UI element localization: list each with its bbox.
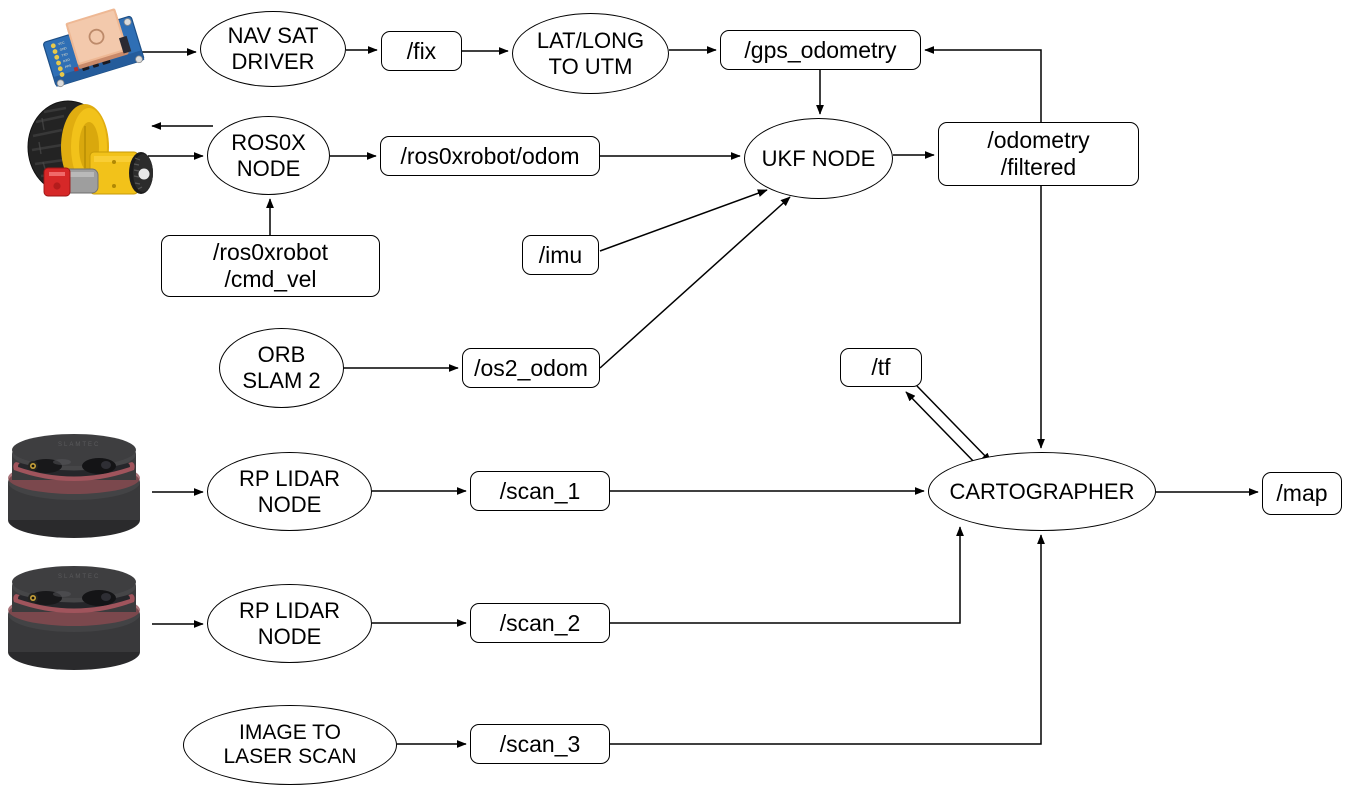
- topic-map[interactable]: /map: [1262, 472, 1342, 515]
- topic-os2-odom[interactable]: /os2_odom: [462, 348, 600, 388]
- topic-scan-3[interactable]: /scan_3: [470, 724, 610, 764]
- topic-imu[interactable]: /imu: [522, 235, 599, 275]
- topic-scan-1[interactable]: /scan_1: [470, 471, 610, 511]
- topic-tf[interactable]: /tf: [840, 348, 922, 387]
- rplidar-photo: SLAMTEC: [2, 434, 152, 550]
- svg-text:SLAMTEC: SLAMTEC: [58, 442, 100, 448]
- wire-cartographer-to-tf: [905, 391, 979, 467]
- topic-ros0xrobot-cmd-vel[interactable]: /ros0xrobot /cmd_vel: [161, 235, 380, 297]
- topic-ros0xrobot-odom[interactable]: /ros0xrobot/odom: [380, 136, 600, 176]
- node-rp-lidar-node-1[interactable]: RP LIDAR NODE: [207, 452, 372, 531]
- wire-os2-odom-to-ukf: [599, 196, 791, 369]
- wire-tf-to-cartographer: [916, 385, 992, 463]
- topic-scan-2[interactable]: /scan_2: [470, 603, 610, 643]
- node-cartographer[interactable]: CARTOGRAPHER: [928, 452, 1156, 531]
- topic-fix[interactable]: /fix: [381, 31, 462, 71]
- svg-text:SLAMTEC: SLAMTEC: [58, 574, 100, 580]
- geared-motor-wheel-photo: [22, 96, 158, 202]
- gps-breakout-board-photo: VCC GND TXD RXD PPS: [33, 2, 155, 96]
- connection-layer: [138, 46, 1259, 748]
- node-rp-lidar-node-2[interactable]: RP LIDAR NODE: [207, 584, 372, 663]
- wire-scan-3-to-cartographer: [610, 534, 1045, 745]
- ros-node-diagram: VCC GND TXD RXD PPS SLAMTEC SLAMTEC NAV …: [0, 0, 1351, 796]
- wire-scan-2-to-cartographer: [610, 526, 964, 624]
- rplidar-photo: SLAMTEC: [2, 566, 152, 682]
- node-ukf-node[interactable]: UKF NODE: [744, 118, 893, 199]
- node-nav-sat-driver[interactable]: NAV SAT DRIVER: [200, 11, 346, 87]
- wire-odometry-filtered-to-gps-odometry: [924, 46, 1042, 122]
- node-orb-slam-2[interactable]: ORB SLAM 2: [219, 328, 344, 408]
- node-image-to-laser-scan[interactable]: IMAGE TO LASER SCAN: [183, 705, 397, 785]
- node-ros0x-node[interactable]: ROS0X NODE: [207, 116, 330, 195]
- topic-odometry-filtered[interactable]: /odometry /filtered: [938, 122, 1139, 186]
- node-lat-long-to-utm[interactable]: LAT/LONG TO UTM: [512, 13, 669, 94]
- topic-gps-odometry[interactable]: /gps_odometry: [720, 30, 921, 70]
- wire-imu-to-ukf: [599, 189, 768, 252]
